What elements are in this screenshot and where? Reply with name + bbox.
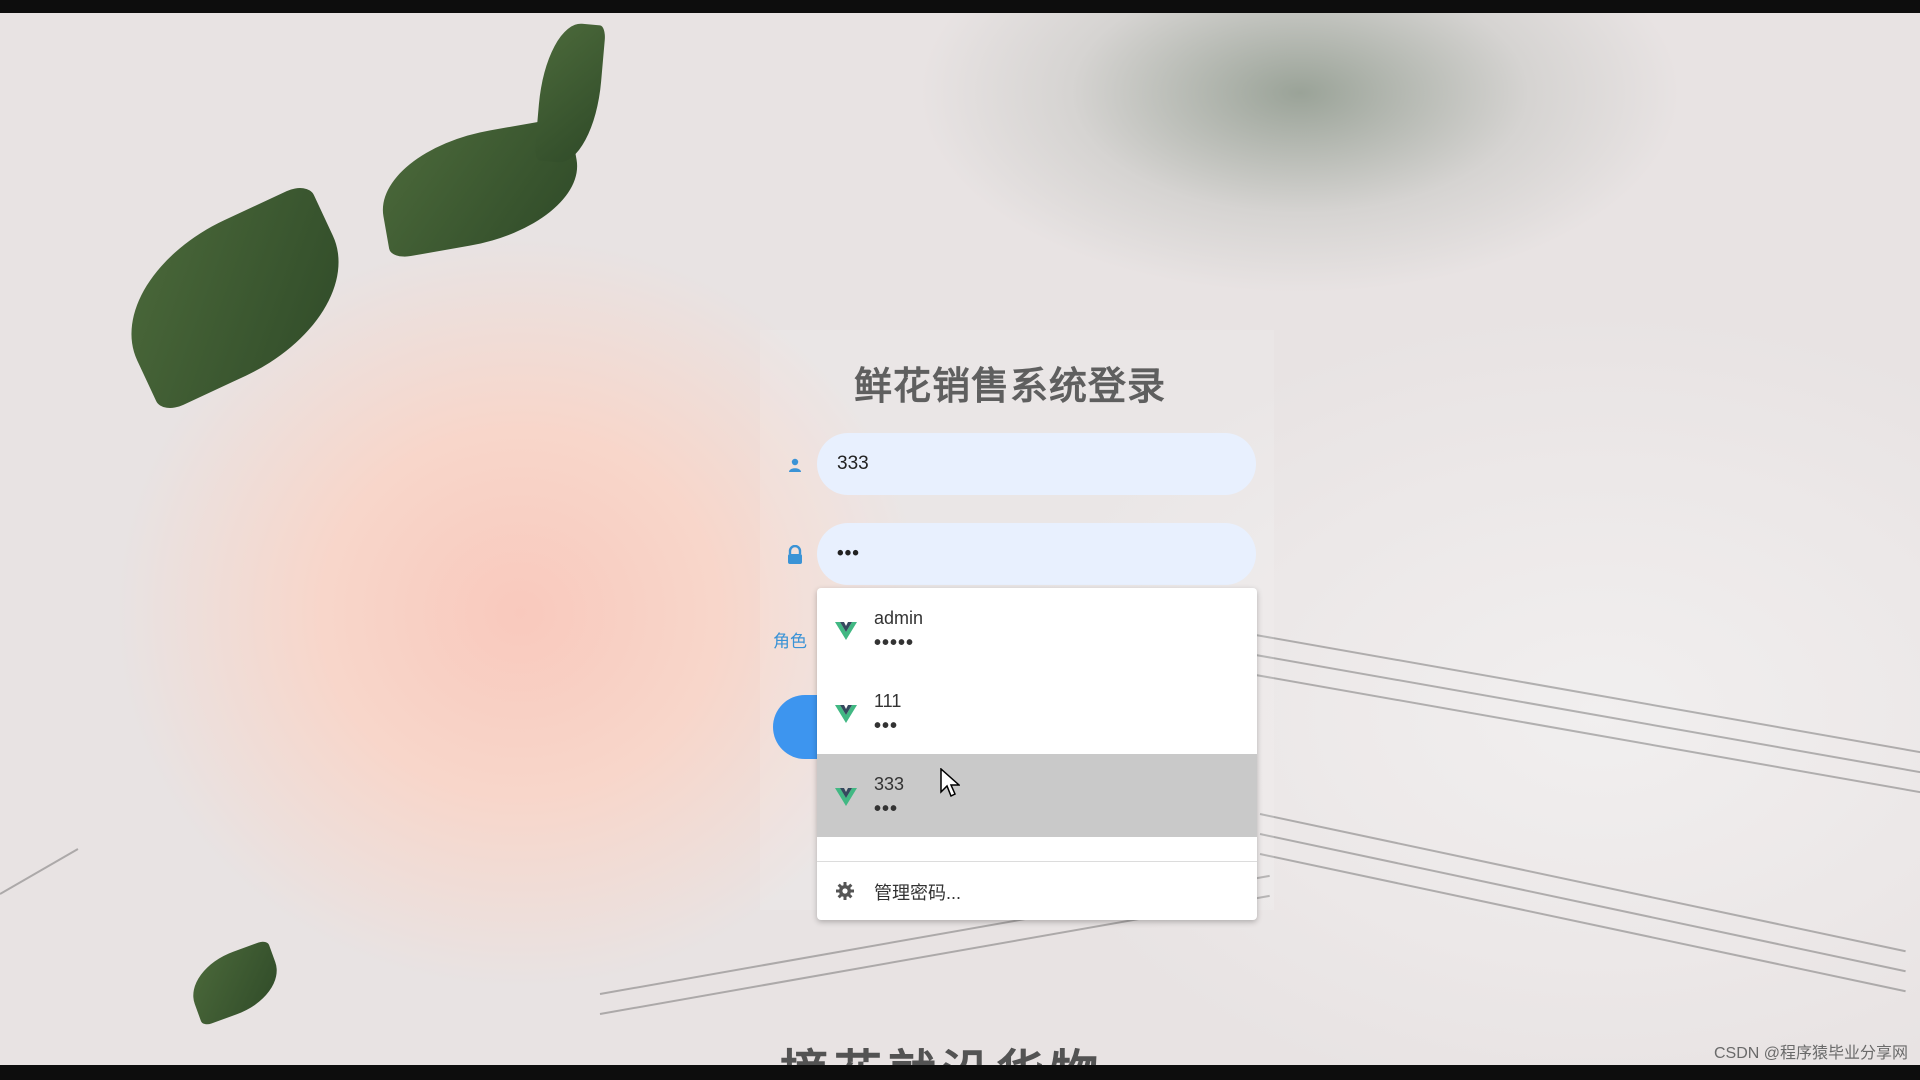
mouse-cursor-icon [940, 768, 960, 798]
autofill-password: ••••• [874, 632, 915, 654]
password-autofill-dropdown: admin ••••• 111 ••• 333 ••• 管理密码... [817, 588, 1257, 920]
staff-line [1249, 653, 1920, 777]
autofill-username: admin [874, 608, 924, 628]
page-title: 鲜花销售系统登录 [853, 366, 1166, 408]
user-icon [789, 458, 801, 472]
autofill-username: 111 [874, 691, 902, 711]
leaf-decoration [182, 939, 288, 1027]
staff-line [1249, 633, 1920, 757]
screen-top-bar [0, 0, 1920, 13]
watermark: CSDN @程序猿毕业分享网 [1713, 1045, 1908, 1062]
dropdown-divider [817, 861, 1257, 862]
manage-passwords-item[interactable]: 管理密码... [817, 863, 1257, 918]
vue-logo-icon [835, 788, 857, 806]
staff-line [1259, 853, 1906, 993]
autofill-item-333[interactable]: 333 ••• [817, 754, 1257, 837]
autofill-password: ••• [874, 715, 899, 737]
username-input[interactable]: 333 [817, 433, 1256, 495]
vue-logo-icon [835, 622, 857, 640]
autofill-password: ••• [874, 798, 899, 820]
screen-bottom-bar [0, 1065, 1920, 1080]
autofill-item-111[interactable]: 111 ••• [817, 671, 1257, 754]
leaf-decoration [534, 20, 606, 166]
staff-line [0, 848, 79, 895]
autofill-item-admin[interactable]: admin ••••• [817, 588, 1257, 671]
password-input[interactable]: ••• [817, 523, 1256, 585]
autofill-username: 333 [874, 774, 905, 794]
staff-line [1259, 813, 1906, 953]
lock-icon [788, 545, 802, 564]
staff-line [1259, 833, 1906, 973]
gear-icon [836, 882, 854, 900]
manage-passwords-label: 管理密码... [874, 883, 962, 903]
background-caption: 摘花就沿华物 [780, 1033, 1104, 1065]
vue-logo-icon [835, 705, 857, 723]
leaf-decoration [99, 181, 371, 415]
role-label: 角色 [773, 632, 807, 651]
